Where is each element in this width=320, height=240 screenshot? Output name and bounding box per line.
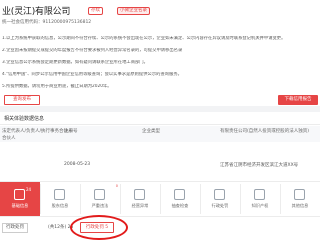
people-icon <box>54 189 65 200</box>
bulb-icon <box>254 189 265 200</box>
category-select[interactable]: 行政处罚 <box>2 223 28 233</box>
tab-label: 行政处罚 <box>211 203 229 208</box>
table-header: 有限责任公司(自然人投资或控股的法人独资) <box>220 129 310 134</box>
alert-icon <box>134 189 145 200</box>
doc-icon <box>14 189 25 200</box>
tab-label: 股东信息 <box>51 203 69 208</box>
filter-bar: 行政处罚 (共12条) 25 行政处罚 5 <box>0 219 320 240</box>
tab-bar: 24 基础信息 股东信息 0 严重违法 经营异常 抽查检查 行政处罚 知识产权 … <box>0 181 320 217</box>
tab-label: 抽查检查 <box>171 203 189 208</box>
notice-line: 1.以上为系统中获取的信息，公示期间不符合存续、公示的系统不会出现在公示，企业如… <box>2 36 286 41</box>
tab-penalty[interactable]: 行政处罚 <box>200 182 240 216</box>
tab-label: 经营异常 <box>131 203 149 208</box>
tab-count: 0 <box>115 184 118 188</box>
section-title: 相关体验数据信息 <box>4 116 45 122</box>
tab-label: 严重违法 <box>91 203 109 208</box>
notice-line: 2.企业因未按期提交或提交的年度报告不符合要求被列入经营异常名录的，可提交申请移… <box>2 48 183 53</box>
notice-line: 4."信用中国"、同步公示信用中国企业信用等级查询；会以实事求是原则提供公示的查… <box>2 72 182 77</box>
tab-label: 基础信息 <box>11 203 29 208</box>
tab-label: 知识产权 <box>251 203 269 208</box>
status-badge: 存续 <box>88 7 103 15</box>
tab-other[interactable]: 其他信息 <box>280 182 320 216</box>
highlight-circle <box>70 215 128 240</box>
table-header: 企业类型 <box>142 129 160 134</box>
table-cell: 2008-05-23 <box>64 162 91 167</box>
info-section: 相关体验数据信息 法定代表人/负责人/执行事务合伙人 合伙人 注册号 企业类型 … <box>0 112 320 240</box>
download-report-button[interactable]: 下载信用报告 <box>278 95 318 105</box>
warn-icon <box>94 189 105 200</box>
query-button[interactable]: 查询发布 <box>4 95 40 105</box>
tab-inspection[interactable]: 抽查检查 <box>160 182 200 216</box>
notice-line: 5.所提供数据，请勿用于商业用途，截止日期为2020年。 <box>2 84 112 89</box>
notice-line: 3.企业信息公示系统会定期更新数据，如有疑问请联系企业所在地工商部门。 <box>2 60 148 65</box>
more-icon <box>294 189 305 200</box>
tab-abnormal[interactable]: 经营异常 <box>120 182 160 216</box>
divider <box>0 124 320 125</box>
table-header: 合伙人 <box>2 136 16 141</box>
table-header: 注册号 <box>64 129 78 134</box>
company-title: 业(灵江)有限公司 <box>2 7 71 17</box>
tab-label: 其他信息 <box>291 203 309 208</box>
credit-code: 统一社会信用代码：91120000975136812 <box>2 20 92 25</box>
tab-count: 24 <box>26 187 32 192</box>
table-header: 法定代表人/负责人/执行事务合伙人 <box>2 129 73 134</box>
tab-ip[interactable]: 知识产权 <box>240 182 280 216</box>
notice-panel: 1.以上为系统中获取的信息，公示期间不符合存续、公示的系统不会出现在公示，企业如… <box>0 28 320 106</box>
tab-basic-info[interactable]: 24 基础信息 <box>0 182 40 216</box>
gavel-icon <box>214 189 225 200</box>
tab-shareholders[interactable]: 股东信息 <box>40 182 80 216</box>
check-icon <box>174 189 185 200</box>
table-cell: 江苏省江阴市经济开发区滨江大道XX号 <box>220 163 299 168</box>
tab-serious-violation[interactable]: 0 严重违法 <box>80 182 120 216</box>
small-business-badge: 小微企业名录 <box>117 7 150 15</box>
